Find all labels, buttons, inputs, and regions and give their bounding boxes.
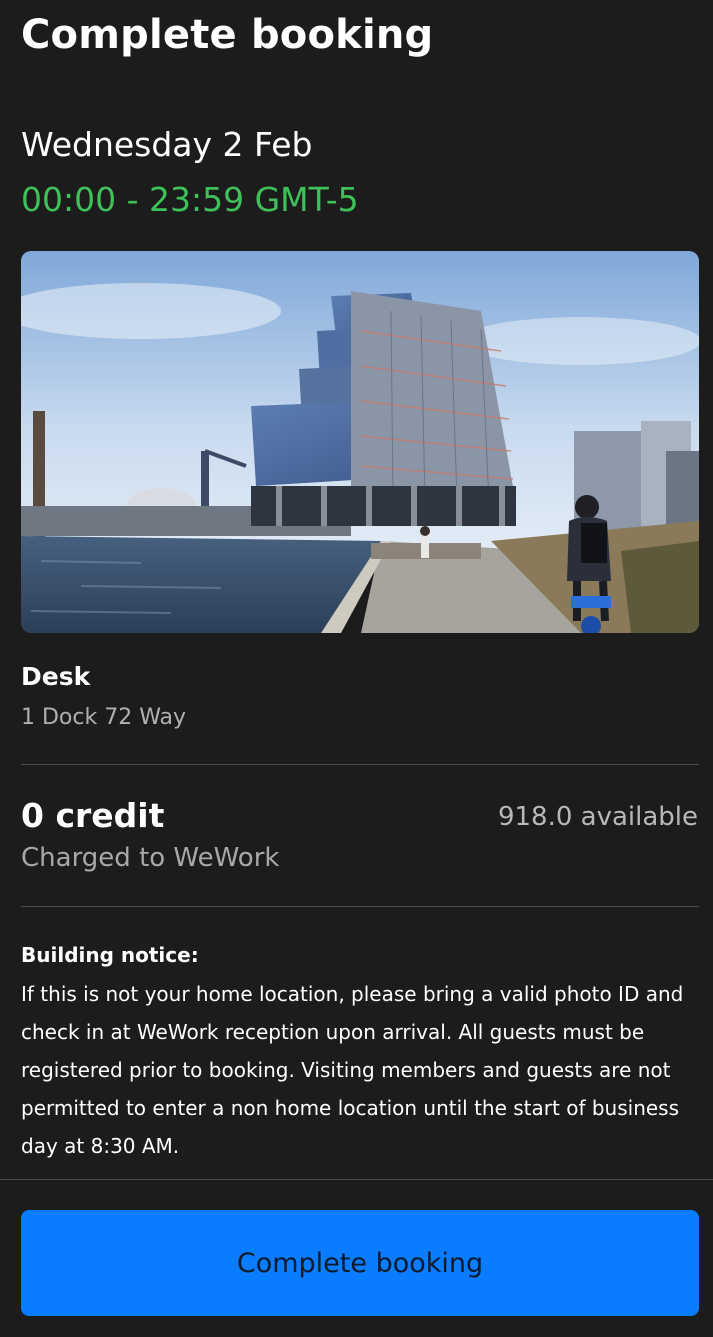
building-notice-title: Building notice: <box>21 943 199 967</box>
booking-date: Wednesday 2 Feb <box>21 125 313 164</box>
credit-cost: 0 credit <box>21 796 165 835</box>
booking-screen: Complete booking Wednesday 2 Feb 00:00 -… <box>0 0 713 1337</box>
booking-time-range: 00:00 - 23:59 GMT-5 <box>21 180 359 219</box>
page-title: Complete booking <box>21 12 434 58</box>
building-notice-body: If this is not your home location, pleas… <box>21 982 684 1158</box>
footer-divider <box>0 1179 713 1180</box>
divider <box>21 764 699 765</box>
space-type-label: Desk <box>21 662 91 691</box>
complete-booking-button[interactable]: Complete booking <box>21 1210 699 1316</box>
credits-available: 918.0 available <box>497 802 698 832</box>
divider <box>21 906 699 907</box>
charged-to-label: Charged to WeWork <box>21 843 280 873</box>
building-photo <box>21 251 699 633</box>
location-address: 1 Dock 72 Way <box>21 705 187 730</box>
